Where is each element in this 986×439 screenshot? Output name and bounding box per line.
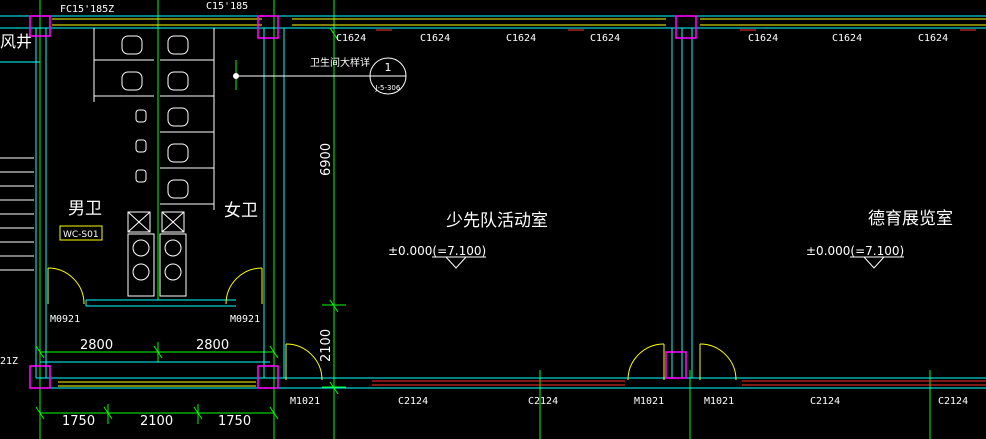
elevation-markers [432, 256, 904, 269]
door-md-right: M0921 [230, 314, 260, 325]
door-m1021-c: M1021 [704, 396, 734, 407]
top-window-label-1: C1624 [336, 33, 366, 44]
room-pioneers: 少先队活动室 [446, 211, 548, 231]
callout-sheet: J-5-306 [375, 84, 401, 92]
floor-plan-canvas: FC15'185Z C15'185 风井 C1624 C1624 C1624 C… [0, 0, 986, 439]
bottom-window-label-3: C2124 [810, 396, 840, 407]
bottom-window-label-1: C2124 [398, 396, 428, 407]
edge-label: 21Z [0, 356, 18, 367]
callout-note: 卫生间大样详 [310, 56, 370, 69]
bottom-window-strips [372, 380, 986, 386]
top-window-label-3: C1624 [506, 33, 536, 44]
top-window-label-2: C1624 [420, 33, 450, 44]
top-window-label-7: C1624 [918, 33, 948, 44]
dim-1750-b: 1750 [218, 414, 251, 429]
door-md-left: M0921 [50, 314, 80, 325]
fc-window-label: FC15'185Z [60, 4, 114, 15]
c-window-label: C15'185 [206, 1, 248, 12]
bottom-window-label-2: C2124 [528, 396, 558, 407]
door-swings [47, 267, 737, 381]
bottom-window-label-4: C2124 [938, 396, 968, 407]
elevation-right: ±0.000(=7.100) [806, 244, 904, 258]
top-window-strips [52, 18, 986, 26]
vent-shaft-label: 风井 [0, 32, 32, 51]
top-window-label-6: C1624 [832, 33, 862, 44]
top-window-label-5: C1624 [748, 33, 778, 44]
room-mens-toilet: 男卫 [68, 199, 102, 219]
dim-2800-a: 2800 [80, 338, 113, 353]
room-womens-toilet: 女卫 [224, 201, 258, 221]
door-m1021-b: M1021 [634, 396, 664, 407]
bottom-window-yellow [58, 381, 256, 387]
bottom-wall [36, 361, 986, 389]
door-m1021-a: M1021 [290, 396, 320, 407]
vertical-walls [35, 28, 693, 378]
dim-2100-vertical: 2100 [319, 329, 334, 362]
toilet-stalls [93, 28, 215, 297]
room-moral-exhibit: 德育展览室 [868, 209, 953, 229]
dim-6900: 6900 [319, 143, 334, 176]
callout-number: 1 [385, 61, 392, 74]
stair-lines [0, 157, 34, 271]
wc-tag-label: WC-S01 [63, 230, 99, 240]
top-window-label-4: C1624 [590, 33, 620, 44]
dim-2800-b: 2800 [196, 338, 229, 353]
dim-2100: 2100 [140, 414, 173, 429]
elevation-left: ±0.000(=7.100) [388, 244, 486, 258]
dim-1750-a: 1750 [62, 414, 95, 429]
